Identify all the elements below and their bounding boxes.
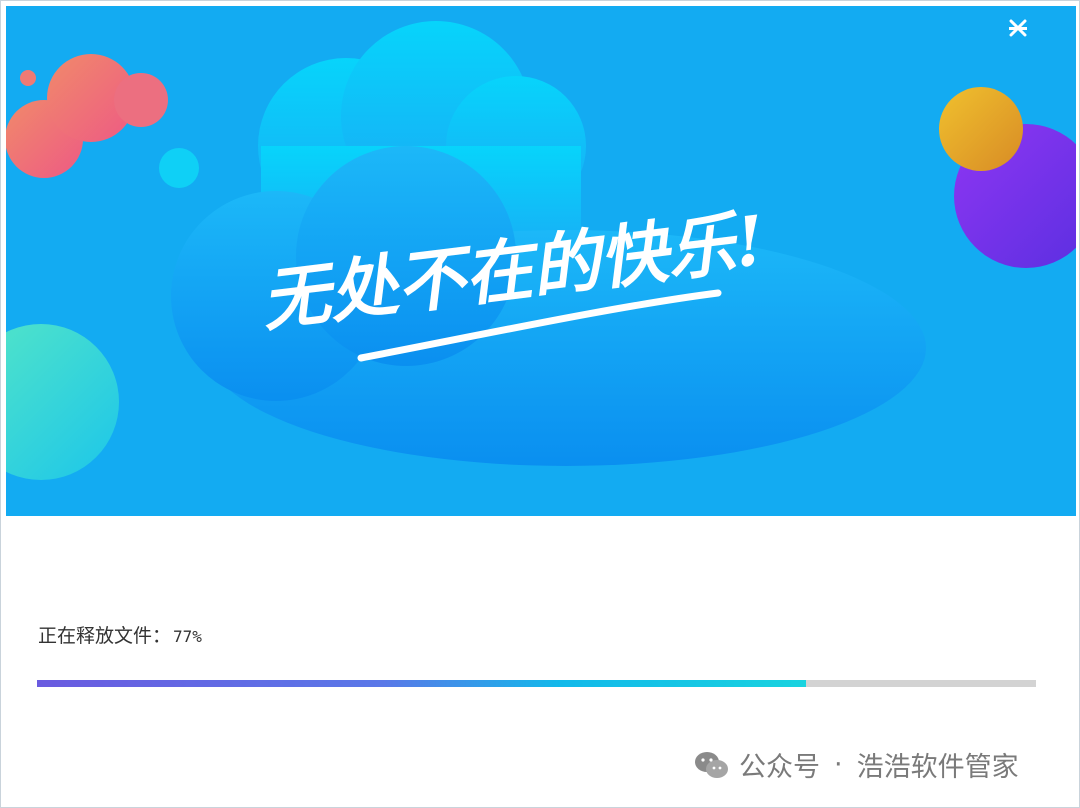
- yellow-bubble: [939, 87, 1023, 171]
- watermark-name: 浩浩软件管家: [856, 752, 1019, 783]
- cyan-dot: [159, 148, 199, 188]
- wechat-icon: [695, 751, 728, 778]
- progress-percent: 77%: [173, 627, 202, 646]
- watermark-separator: ·: [834, 749, 843, 780]
- pink-bubbles: [6, 54, 168, 178]
- banner-illustration: 无处不在的快乐!: [6, 21, 1076, 480]
- progress-status: 正在释放文件： 77%: [38, 621, 202, 648]
- progress-bar: [37, 680, 1036, 687]
- watermark-prefix: 公众号: [739, 752, 820, 783]
- watermark: 公众号 · 浩浩软件管家: [693, 745, 1019, 784]
- close-icon: [1009, 19, 1027, 37]
- close-button[interactable]: [1009, 18, 1060, 40]
- installer-window: 无处不在的快乐! 正在释放文件： 77% 公众号 · 浩浩软件管家: [0, 0, 1080, 808]
- progress-fill: [37, 680, 807, 687]
- progress-label: 正在释放文件：: [38, 625, 172, 647]
- teal-bubble: [6, 324, 119, 480]
- banner: 无处不在的快乐!: [6, 6, 1076, 516]
- window-controls: [1008, 18, 1060, 40]
